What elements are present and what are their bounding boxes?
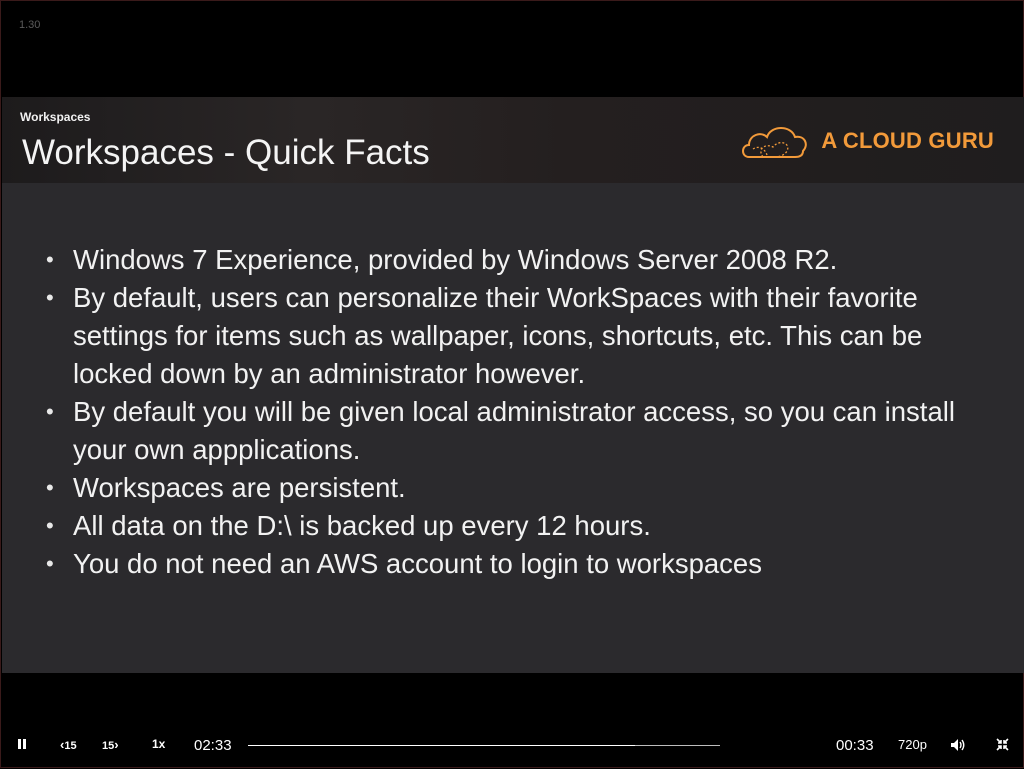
bullet-item: By default, users can personalize their … bbox=[46, 279, 986, 393]
video-player: 1.30 Workspaces Workspaces - Quick Facts… bbox=[0, 0, 1024, 768]
bullet-item: You do not need an AWS account to login … bbox=[46, 545, 986, 583]
bullet-list: Windows 7 Experience, provided by Window… bbox=[46, 241, 986, 583]
exit-fullscreen-icon bbox=[996, 738, 1009, 751]
slide-title: Workspaces - Quick Facts bbox=[22, 133, 430, 172]
chevron-right-icon: › bbox=[114, 737, 119, 752]
cloud-logo-icon bbox=[742, 127, 808, 158]
control-bar: ‹15 15› 1x 02:33 00:33 720p bbox=[2, 723, 1024, 769]
slide-header: Workspaces Workspaces - Quick Facts A CL… bbox=[2, 97, 1024, 183]
exit-fullscreen-button[interactable] bbox=[996, 738, 1009, 754]
elapsed-time: 02:33 bbox=[194, 737, 232, 754]
volume-button[interactable] bbox=[950, 738, 966, 755]
video-slide: Workspaces Workspaces - Quick Facts A CL… bbox=[2, 97, 1024, 673]
playback-speed-button[interactable]: 1x bbox=[152, 737, 165, 751]
bullet-item: Windows 7 Experience, provided by Window… bbox=[46, 241, 986, 279]
rewind-15-button[interactable]: ‹15 bbox=[60, 737, 77, 752]
bullet-item: By default you will be given local admin… bbox=[46, 393, 986, 469]
volume-icon bbox=[951, 739, 965, 751]
rewind-label: 15 bbox=[64, 740, 77, 752]
version-label: 1.30 bbox=[19, 19, 41, 31]
progress-fill bbox=[248, 745, 636, 746]
brand-name: A CLOUD GURU bbox=[821, 128, 994, 153]
remaining-time: 00:33 bbox=[836, 737, 874, 754]
quality-button[interactable]: 720p bbox=[898, 737, 927, 752]
pause-icon bbox=[18, 739, 26, 749]
bullet-item: Workspaces are persistent. bbox=[46, 469, 986, 507]
forward-15-button[interactable]: 15› bbox=[102, 737, 119, 752]
section-label: Workspaces bbox=[20, 110, 91, 124]
pause-button[interactable] bbox=[16, 738, 28, 753]
bullet-item: All data on the D:\ is backed up every 1… bbox=[46, 507, 986, 545]
brand-logo: A CLOUD GURU bbox=[739, 119, 994, 163]
progress-bar[interactable] bbox=[248, 745, 720, 746]
forward-label: 15 bbox=[102, 740, 115, 752]
